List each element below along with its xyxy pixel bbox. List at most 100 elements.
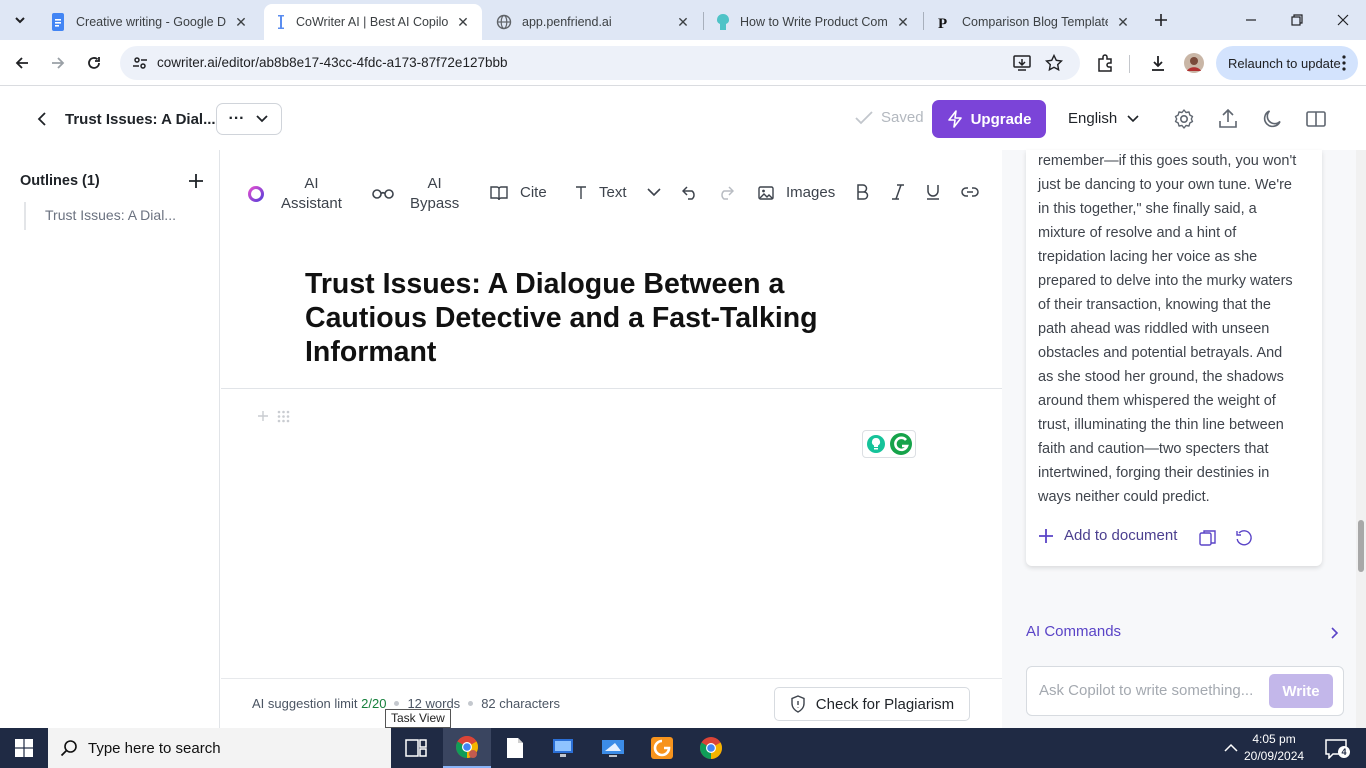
forward-button[interactable] — [43, 48, 73, 78]
close-icon[interactable]: ✕ — [454, 13, 472, 31]
file-explorer-page-icon[interactable] — [491, 728, 539, 768]
monitor-app-icon[interactable] — [539, 728, 587, 768]
ai-output-line: mixture of resolve and a hint of — [1038, 225, 1237, 241]
chrome-profile-taskbar-icon[interactable] — [443, 728, 491, 768]
cite-button[interactable]: Cite — [490, 184, 547, 201]
globe-icon — [496, 14, 512, 30]
close-icon[interactable]: ✕ — [232, 13, 250, 31]
document-editor[interactable]: Trust Issues: A Dialogue Between a Cauti… — [221, 236, 1002, 678]
tab-search-icon[interactable] — [5, 5, 35, 35]
tab-title: CoWriter AI | Best AI Copilot — [296, 15, 448, 29]
relaunch-button[interactable]: Relaunch to update — [1216, 46, 1358, 80]
scrollbar-thumb[interactable] — [1358, 520, 1364, 572]
chevron-down-icon — [646, 188, 661, 197]
more-options-dropdown[interactable]: ··· — [216, 103, 282, 135]
editor-toolbar: AI Assistant AI Bypass Cite Text Images — [221, 150, 1002, 236]
add-outline-plus-icon[interactable] — [188, 173, 204, 189]
address-bar[interactable]: cowriter.ai/editor/ab8b8e17-43cc-4fdc-a1… — [120, 46, 1080, 80]
ai-bypass-button[interactable]: AI Bypass — [372, 174, 459, 214]
restore-button[interactable] — [1274, 0, 1320, 40]
ai-output-line: just be dancing to your own tune. We're — [1038, 177, 1292, 193]
close-icon[interactable]: ✕ — [894, 13, 912, 31]
add-to-document-label: Add to document — [1064, 527, 1178, 544]
add-block-plus-icon[interactable] — [257, 410, 269, 422]
show-hidden-icons-chevron[interactable] — [1224, 743, 1238, 753]
site-settings-icon[interactable] — [132, 55, 148, 71]
task-view-icon[interactable] — [392, 728, 440, 768]
ai-output-line: path ahead was riddled with unseen — [1038, 321, 1270, 337]
redo-icon[interactable] — [718, 186, 734, 200]
ask-copilot-input[interactable] — [1039, 682, 1259, 699]
drag-handle-icon[interactable] — [277, 410, 290, 423]
back-button[interactable] — [7, 48, 37, 78]
regenerate-icon[interactable] — [1235, 529, 1253, 547]
upgrade-button[interactable]: Upgrade — [932, 100, 1046, 138]
minimize-button[interactable] — [1228, 0, 1274, 40]
kebab-menu-icon[interactable] — [1342, 55, 1346, 71]
profile-avatar[interactable] — [1179, 48, 1209, 78]
more-icon: ··· — [228, 110, 245, 127]
link-icon[interactable] — [961, 186, 979, 198]
ai-output-line: prepared to delve into the murky waters — [1038, 273, 1293, 289]
extensions-icon[interactable] — [1090, 48, 1120, 78]
share-upload-icon[interactable] — [1216, 107, 1240, 131]
ai-output-line: ways neither could predict. — [1038, 489, 1210, 505]
bookmark-star-icon[interactable] — [1045, 54, 1063, 72]
add-to-document-button[interactable]: Add to document — [1038, 527, 1177, 544]
chrome-taskbar-icon[interactable] — [687, 728, 735, 768]
ai-commands-link[interactable]: AI Commands — [1026, 623, 1121, 640]
glasses-icon — [372, 188, 394, 200]
tab-product-comparison[interactable]: How to Write Product Comp ✕ — [704, 4, 922, 40]
remote-desktop-icon[interactable] — [589, 728, 637, 768]
settings-gear-icon[interactable] — [1172, 107, 1196, 131]
reload-button[interactable] — [79, 48, 109, 78]
chevron-right-icon[interactable] — [1330, 626, 1340, 640]
grammarly-widget[interactable] — [862, 430, 916, 458]
reading-mode-book-icon[interactable] — [1304, 107, 1328, 131]
images-button[interactable]: Images — [758, 184, 835, 201]
ai-output-line: obstacles and potential betrayals. And — [1038, 345, 1283, 361]
tab-penfriend[interactable]: app.penfriend.ai ✕ — [484, 4, 702, 40]
close-window-button[interactable] — [1320, 0, 1366, 40]
tab-cowriter[interactable]: CoWriter AI | Best AI Copilot ✕ — [264, 4, 482, 40]
outline-item[interactable]: Trust Issues: A Dial... — [24, 202, 176, 230]
back-chevron-icon[interactable] — [35, 111, 49, 127]
ai-output-text[interactable]: remember—if this goes south, you won't j… — [1038, 149, 1314, 509]
cowriter-icon — [276, 14, 286, 30]
italic-icon[interactable] — [891, 184, 905, 200]
taskbar-clock[interactable]: 4:05 pm 20/09/2024 — [1244, 731, 1304, 765]
downloads-icon[interactable] — [1143, 48, 1173, 78]
ai-assistant-label: AI Assistant — [281, 175, 342, 212]
taskbar-search[interactable]: Type here to search — [48, 728, 391, 768]
check-plagiarism-button[interactable]: Check for Plagiarism — [774, 687, 970, 721]
image-icon — [758, 185, 774, 201]
close-icon[interactable]: ✕ — [1114, 13, 1132, 31]
book-icon — [490, 185, 508, 201]
clock-date: 20/09/2024 — [1244, 749, 1305, 763]
install-app-icon[interactable] — [1013, 54, 1031, 72]
close-icon[interactable]: ✕ — [674, 13, 692, 31]
undo-icon[interactable] — [682, 186, 698, 200]
tab-comparison-blog[interactable]: P Comparison Blog Template: ✕ — [924, 4, 1142, 40]
toolbar-divider — [1129, 55, 1130, 73]
language-selector[interactable]: English — [1068, 110, 1139, 127]
page-scrollbar[interactable] — [1356, 150, 1366, 728]
start-button[interactable] — [0, 728, 48, 768]
text-style-dropdown[interactable]: Text — [575, 184, 661, 201]
tab-google-docs[interactable]: Creative writing - Google Do ✕ — [38, 4, 260, 40]
ai-assistant-button[interactable]: AI Assistant — [247, 174, 342, 214]
copy-icon[interactable] — [1199, 529, 1217, 547]
header-document-title[interactable]: Trust Issues: A Dial... — [65, 111, 216, 128]
new-tab-button[interactable] — [1146, 5, 1176, 35]
pdf-app-icon[interactable] — [638, 728, 686, 768]
write-button[interactable]: Write — [1269, 674, 1333, 708]
bold-icon[interactable] — [855, 184, 869, 200]
dark-mode-moon-icon[interactable] — [1260, 107, 1284, 131]
underline-icon[interactable] — [926, 184, 940, 200]
suggestion-limit: AI suggestion limit 2/20 — [252, 696, 387, 711]
chevron-down-icon — [1127, 114, 1139, 123]
text-t-icon — [575, 185, 587, 200]
dot-separator — [394, 701, 400, 706]
svg-text:P: P — [938, 16, 947, 30]
document-title[interactable]: Trust Issues: A Dialogue Between a Cauti… — [305, 267, 865, 369]
